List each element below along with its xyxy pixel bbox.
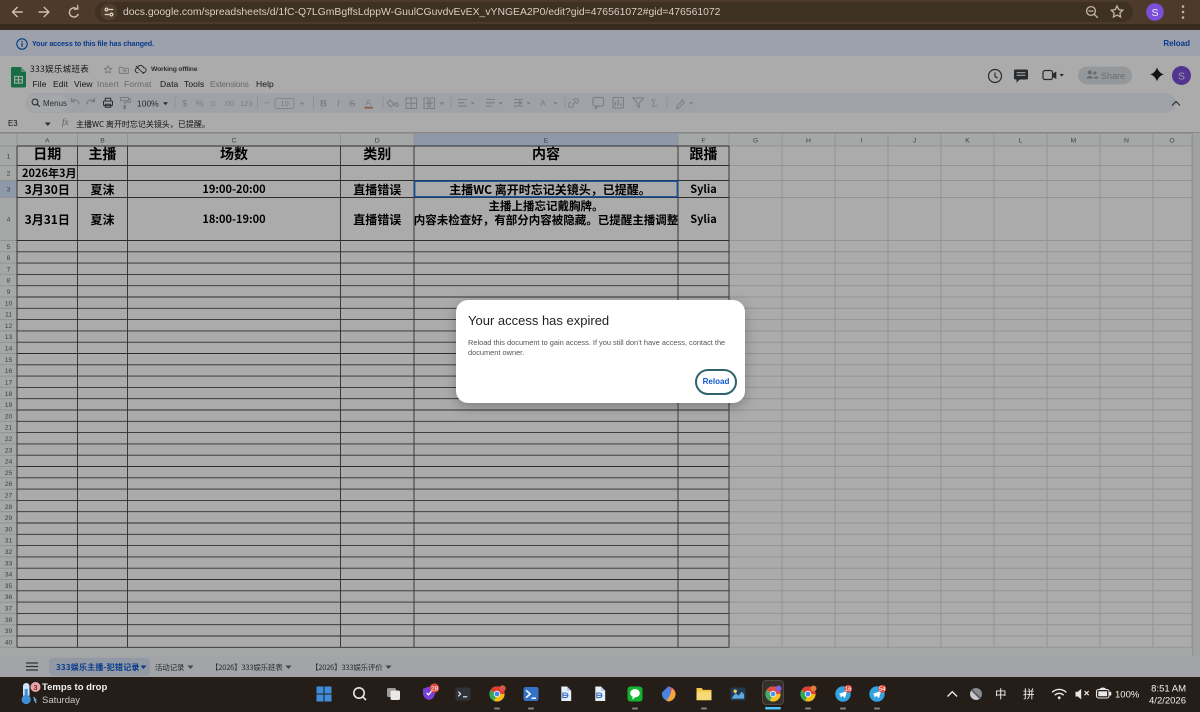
svg-text:中: 中 [995,686,1007,702]
svg-text:54: 54 [879,687,886,693]
svg-text:8:51 AM: 8:51 AM [1151,684,1186,695]
svg-text:4/2/2026: 4/2/2026 [1149,696,1186,707]
svg-text:拼: 拼 [1023,686,1035,702]
svg-text:16: 16 [845,687,852,693]
svg-text:28: 28 [431,685,439,692]
svg-text:S: S [1151,7,1158,19]
svg-text:100%: 100% [1115,690,1140,701]
svg-text:3: 3 [33,683,37,692]
